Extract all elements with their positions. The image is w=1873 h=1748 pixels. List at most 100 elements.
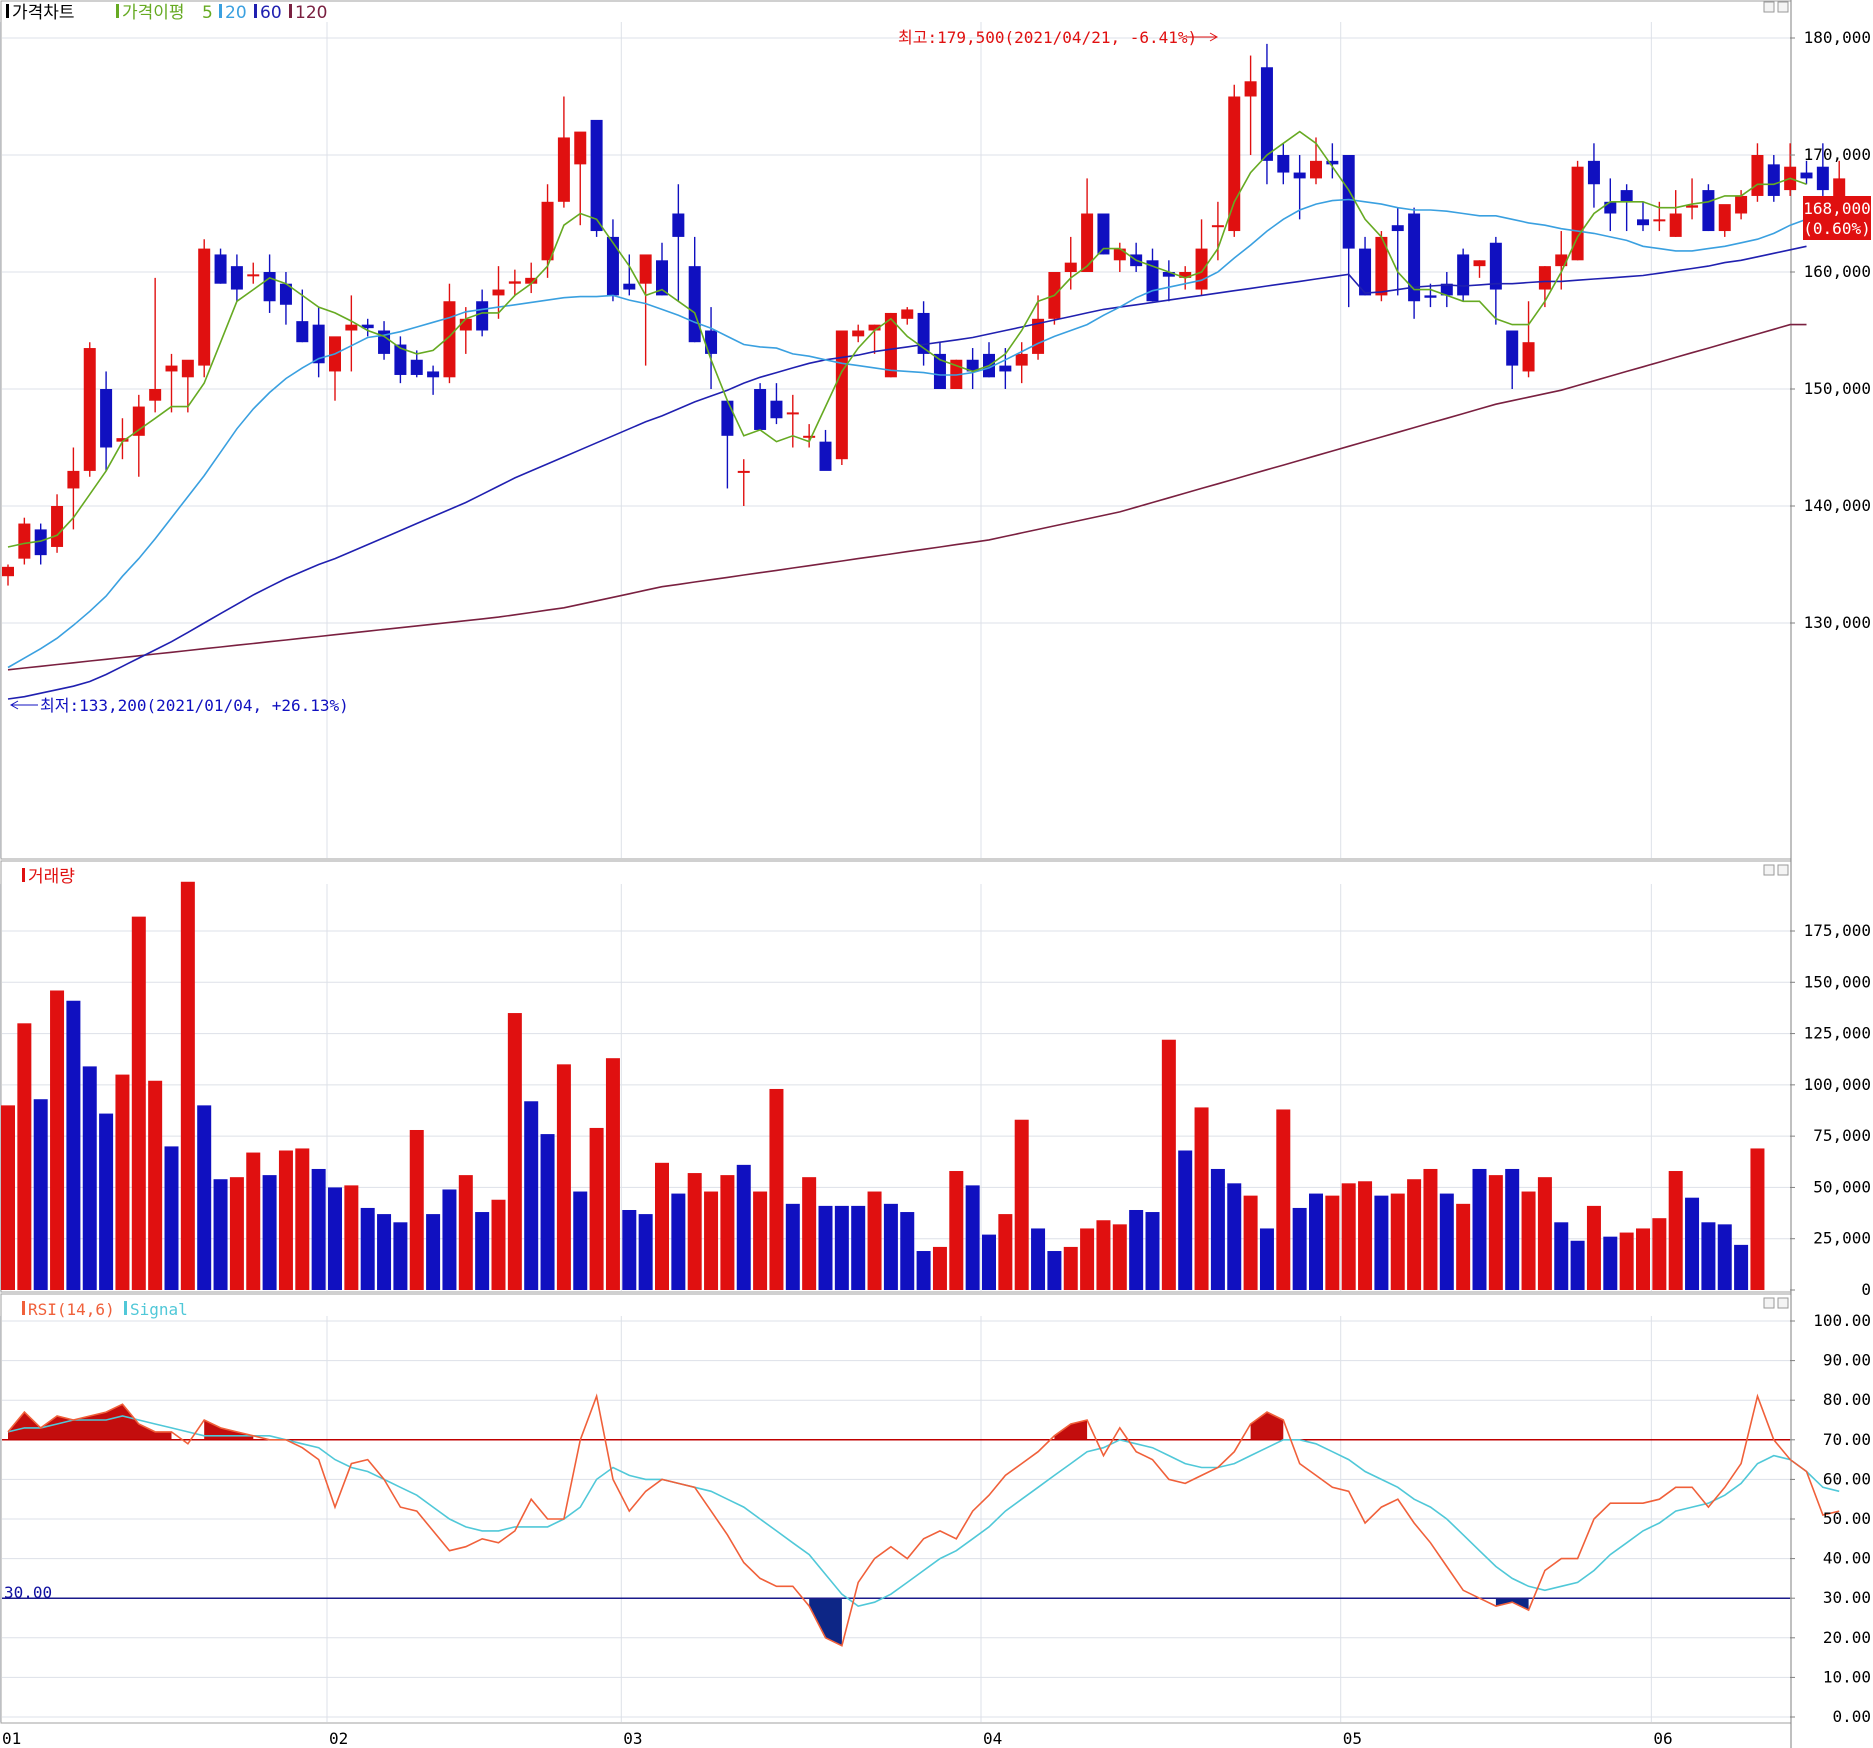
volume-bar bbox=[834, 1205, 849, 1290]
volume-bar bbox=[965, 1185, 980, 1290]
signal-label: Signal bbox=[130, 1300, 188, 1319]
price-y-tick-label: 180,000 bbox=[1804, 28, 1871, 47]
candle-body bbox=[1702, 190, 1715, 232]
close-icon[interactable] bbox=[1777, 864, 1789, 876]
volume-bar bbox=[1537, 1177, 1552, 1290]
candle-body bbox=[835, 330, 848, 460]
ma5-label: 5 bbox=[202, 3, 213, 23]
chart-window: 01 02 03 04 05 06 130,000 140,000 150,000 160,000… bbox=[0, 0, 1873, 1748]
close-icon[interactable] bbox=[1777, 1297, 1789, 1309]
price-y-tick-label: 170,000 bbox=[1804, 145, 1871, 164]
volume-bar bbox=[311, 1168, 326, 1290]
volume-bar bbox=[1194, 1107, 1209, 1290]
x-tick-label: 06 bbox=[1653, 1729, 1672, 1748]
volume-bar bbox=[1210, 1168, 1225, 1290]
volume-bar bbox=[1652, 1218, 1667, 1290]
volume-bar bbox=[1701, 1222, 1716, 1290]
volume-bar bbox=[377, 1214, 392, 1290]
last-change: (0.60%) bbox=[1803, 219, 1870, 238]
volume-bar bbox=[638, 1214, 653, 1290]
candle-body bbox=[198, 248, 211, 366]
x-tick-label: 01 bbox=[2, 1729, 21, 1748]
volume-bar bbox=[66, 1000, 81, 1290]
volume-y-tick-label: 25,000 bbox=[1813, 1229, 1871, 1248]
volume-bar bbox=[1341, 1183, 1356, 1290]
candle-body bbox=[230, 266, 243, 290]
volume-bar bbox=[851, 1205, 866, 1290]
x-tick-label: 03 bbox=[623, 1729, 642, 1748]
candle-body bbox=[639, 254, 652, 284]
volume-bar bbox=[1259, 1228, 1274, 1290]
price-legend: 가격차트 가격이평 5 20 60 120 bbox=[6, 3, 327, 23]
candle-body bbox=[51, 506, 64, 547]
volume-bar bbox=[278, 1150, 293, 1290]
candle-body bbox=[492, 289, 505, 296]
rsi-y-tick-label: 70.00 bbox=[1823, 1430, 1871, 1449]
volume-bar bbox=[1750, 1148, 1765, 1290]
candle-body bbox=[165, 365, 178, 372]
candle-body bbox=[1064, 262, 1077, 272]
volume-bar bbox=[197, 1105, 212, 1290]
volume-bar bbox=[1243, 1195, 1258, 1290]
volume-bar bbox=[393, 1222, 408, 1290]
candle-body bbox=[623, 283, 636, 290]
volume-bar bbox=[524, 1101, 539, 1290]
candle-body bbox=[100, 389, 113, 448]
candle-body bbox=[18, 523, 31, 559]
volume-bar bbox=[1080, 1228, 1095, 1290]
candle-body bbox=[1637, 219, 1649, 226]
candle-body bbox=[1735, 195, 1748, 214]
volume-bar bbox=[1521, 1191, 1536, 1290]
legend-swatch bbox=[116, 4, 119, 18]
legend-swatch bbox=[6, 4, 9, 18]
candle-body bbox=[557, 137, 570, 202]
volume-bar bbox=[1145, 1212, 1160, 1290]
volume-bar bbox=[1636, 1228, 1650, 1290]
candle-body bbox=[901, 309, 914, 319]
ma20-label: 20 bbox=[225, 3, 247, 23]
volume-bar bbox=[164, 1146, 179, 1290]
minimize-icon[interactable] bbox=[1763, 1, 1775, 13]
volume-bar bbox=[1374, 1195, 1389, 1290]
volume-bar bbox=[1456, 1203, 1471, 1290]
volume-bar bbox=[1129, 1209, 1144, 1290]
candle-body bbox=[181, 359, 194, 378]
volume-bar bbox=[180, 881, 195, 1290]
volume-bar bbox=[426, 1214, 441, 1290]
minimize-icon[interactable] bbox=[1763, 864, 1775, 876]
minimize-icon[interactable] bbox=[1763, 1297, 1775, 1309]
legend-swatch bbox=[22, 868, 25, 882]
volume-bar bbox=[1603, 1236, 1618, 1290]
volume-bar bbox=[1096, 1220, 1111, 1290]
candle-body bbox=[1457, 254, 1470, 296]
candle-body bbox=[132, 406, 145, 436]
volume-bar bbox=[1586, 1205, 1601, 1290]
volume-bar bbox=[507, 1013, 522, 1290]
volume-bar bbox=[589, 1127, 604, 1290]
close-icon[interactable] bbox=[1777, 1, 1789, 13]
volume-bar bbox=[818, 1205, 833, 1290]
candle-body bbox=[1211, 225, 1224, 228]
candle-body bbox=[1260, 67, 1273, 161]
candle-body bbox=[1604, 201, 1617, 214]
x-tick-label: 05 bbox=[1343, 1729, 1362, 1748]
volume-bar bbox=[900, 1212, 915, 1290]
candle-body bbox=[574, 131, 587, 165]
rsi-y-tick-label: 20.00 bbox=[1823, 1628, 1871, 1647]
volume-y-tick-label: 150,000 bbox=[1804, 972, 1871, 991]
volume-bar bbox=[1423, 1168, 1438, 1290]
volume-bar bbox=[573, 1191, 588, 1290]
candle-body bbox=[1522, 342, 1535, 372]
candle-body bbox=[1015, 353, 1028, 366]
volume-bar bbox=[1178, 1150, 1193, 1290]
volume-bar bbox=[802, 1177, 817, 1290]
volume-bar bbox=[1439, 1193, 1454, 1290]
volume-bar bbox=[409, 1129, 424, 1290]
price-y-tick-label: 150,000 bbox=[1804, 379, 1871, 398]
candle-body bbox=[1767, 164, 1780, 196]
volume-bar bbox=[148, 1080, 163, 1290]
volume-bar bbox=[1472, 1168, 1487, 1290]
candle-body bbox=[1473, 260, 1486, 267]
volume-panel-title: 거래량 bbox=[28, 867, 75, 887]
volume-bar bbox=[671, 1193, 686, 1290]
